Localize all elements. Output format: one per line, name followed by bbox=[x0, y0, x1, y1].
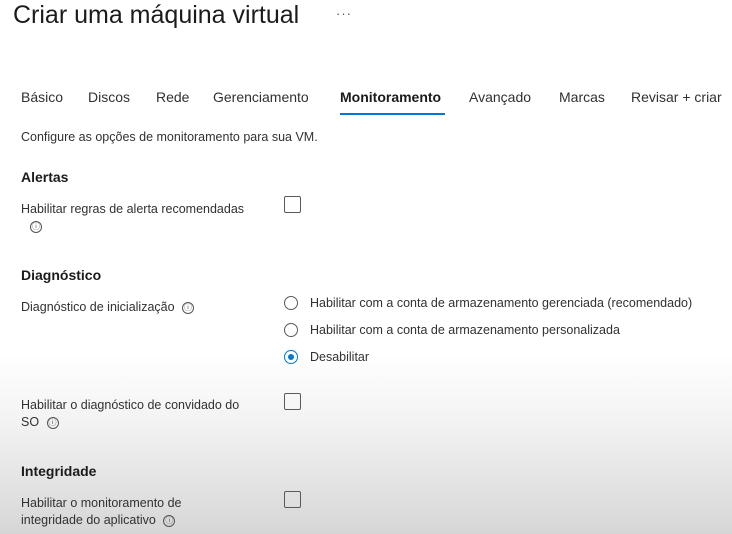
boot-option-managed[interactable]: Habilitar com a conta de armazenamento g… bbox=[284, 296, 692, 310]
tab-monitoramento[interactable]: Monitoramento bbox=[340, 89, 441, 105]
guest-diagnostics-text-1: Habilitar o diagnóstico de convidado do bbox=[21, 398, 240, 412]
intro-text: Configure as opções de monitoramento par… bbox=[21, 130, 318, 144]
radio-label: Desabilitar bbox=[310, 350, 370, 364]
app-health-text-2: integridade do aplicativo bbox=[21, 513, 156, 527]
enable-alert-rules-checkbox[interactable] bbox=[284, 196, 301, 213]
guest-diagnostics-checkbox[interactable] bbox=[284, 393, 301, 410]
tab-bar: Básico Discos Rede Gerenciamento Monitor… bbox=[21, 89, 732, 119]
radio-button-selected[interactable] bbox=[284, 350, 298, 364]
radio-button[interactable] bbox=[284, 296, 298, 310]
more-options-icon[interactable]: ··· bbox=[336, 6, 352, 21]
info-icon[interactable]: ⓘ bbox=[163, 514, 176, 527]
app-health-label: Habilitar o monitoramento de integridade… bbox=[21, 495, 281, 529]
enable-alert-rules-label: Habilitar regras de alerta recomendadas … bbox=[21, 201, 281, 235]
alerts-heading: Alertas bbox=[21, 169, 69, 185]
enable-alert-rules-text: Habilitar regras de alerta recomendadas bbox=[21, 202, 245, 216]
tab-discos[interactable]: Discos bbox=[88, 89, 130, 105]
app-health-checkbox[interactable] bbox=[284, 491, 301, 508]
tab-revisar-criar[interactable]: Revisar + criar bbox=[631, 89, 722, 105]
radio-label: Habilitar com a conta de armazenamento p… bbox=[310, 323, 620, 337]
info-icon[interactable]: ⓘ bbox=[182, 301, 195, 314]
tab-rede[interactable]: Rede bbox=[156, 89, 189, 105]
info-icon[interactable]: ⓘ bbox=[46, 416, 59, 429]
app-health-text-1: Habilitar o monitoramento de bbox=[21, 496, 182, 510]
active-tab-indicator bbox=[340, 113, 445, 115]
tab-gerenciamento[interactable]: Gerenciamento bbox=[213, 89, 309, 105]
integrity-heading: Integridade bbox=[21, 463, 97, 479]
diagnostics-heading: Diagnóstico bbox=[21, 267, 102, 283]
info-icon[interactable]: ⓘ bbox=[30, 220, 42, 233]
radio-label: Habilitar com a conta de armazenamento g… bbox=[310, 296, 693, 310]
page-title: Criar uma máquina virtual bbox=[13, 1, 300, 29]
tab-avancado[interactable]: Avançado bbox=[469, 89, 531, 105]
tab-basico[interactable]: Básico bbox=[21, 89, 63, 105]
guest-diagnostics-label: Habilitar o diagnóstico de convidado do … bbox=[21, 397, 281, 431]
boot-option-custom[interactable]: Habilitar com a conta de armazenamento p… bbox=[284, 323, 620, 337]
radio-button[interactable] bbox=[284, 323, 298, 337]
boot-diagnostics-label: Diagnóstico de inicialização ⓘ bbox=[21, 299, 195, 316]
tab-marcas[interactable]: Marcas bbox=[559, 89, 605, 105]
boot-diagnostics-text: Diagnóstico de inicialização bbox=[21, 300, 175, 314]
guest-diagnostics-text-2: SO bbox=[21, 415, 40, 429]
boot-option-disable[interactable]: Desabilitar bbox=[284, 350, 369, 364]
